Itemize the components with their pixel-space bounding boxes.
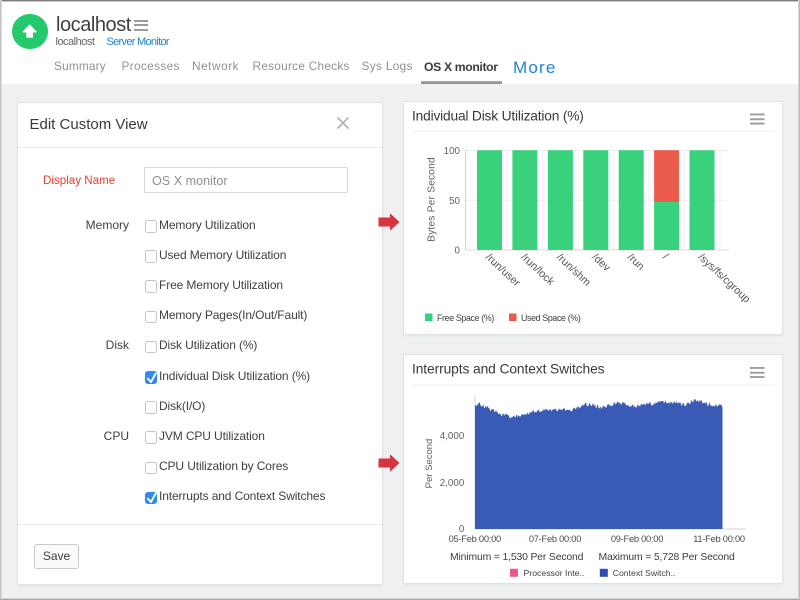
svg-text:/run: /run <box>625 251 647 272</box>
svg-text:Processor Inte..: Processor Inte.. <box>524 568 585 578</box>
svg-text:Bytes Per Second: Bytes Per Second <box>427 157 438 242</box>
svg-text:09-Feb 00:00: 09-Feb 00:00 <box>611 534 663 544</box>
svg-text:0: 0 <box>455 246 461 257</box>
svg-text:50: 50 <box>449 196 460 207</box>
svg-text:/: / <box>660 251 670 262</box>
svg-text:Interrupts and Context Switche: Interrupts and Context Switches <box>412 362 605 377</box>
svg-text:/run/user: /run/user <box>483 251 523 289</box>
svg-text:Minimum = 1,530 Per Second: Minimum = 1,530 Per Second <box>450 552 584 563</box>
svg-text:Used Space (%): Used Space (%) <box>521 313 581 323</box>
svg-text:2,000: 2,000 <box>440 478 465 489</box>
svg-text:4,000: 4,000 <box>440 431 465 442</box>
svg-text:/run/lock: /run/lock <box>518 251 556 288</box>
svg-text:Context Switch..: Context Switch.. <box>613 568 676 578</box>
svg-text:/dev: /dev <box>589 251 613 274</box>
svg-text:/run/shm: /run/shm <box>554 251 593 288</box>
svg-text:100: 100 <box>444 146 461 157</box>
svg-text:/sys/fs/cgroup: /sys/fs/cgroup <box>696 251 753 305</box>
svg-text:05-Feb 00:00: 05-Feb 00:00 <box>449 534 501 544</box>
svg-text:Maximum = 5,728 Per Second: Maximum = 5,728 Per Second <box>599 552 736 563</box>
svg-text:Per Second: Per Second <box>424 439 435 489</box>
svg-text:11-Feb 00:00: 11-Feb 00:00 <box>693 534 745 544</box>
svg-text:07-Feb 00:00: 07-Feb 00:00 <box>529 534 581 544</box>
svg-text:Individual Disk Utilization (%: Individual Disk Utilization (%) <box>412 109 584 124</box>
svg-text:Free Space (%): Free Space (%) <box>437 313 494 323</box>
